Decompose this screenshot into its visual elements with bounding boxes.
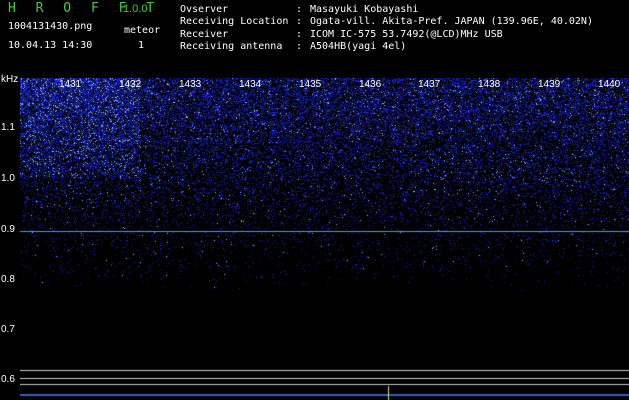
y-tick-label: 1.1: [1, 122, 15, 133]
y-axis-unit: kHz: [1, 74, 19, 85]
x-tick-label: 1438: [478, 79, 501, 90]
x-tick-label: 1434: [239, 79, 262, 90]
capture-datetime: 10.04.13 14:30: [8, 40, 93, 51]
image-filename: 1004131430.png: [8, 21, 93, 32]
y-tick-label: 0.7: [1, 324, 15, 335]
app-version: 1.0.0: [123, 3, 148, 15]
waterfall-canvas: [20, 78, 629, 400]
meteor-count: 1: [138, 40, 145, 51]
y-tick-label: 0.9: [1, 224, 15, 235]
y-axis: kHz 1.1 1.0 0.9 0.8 0.7 0.6: [0, 74, 20, 400]
waterfall-plot: [20, 78, 629, 400]
y-tick-label: 0.8: [1, 274, 15, 285]
x-tick-label: 1435: [299, 79, 322, 90]
station-info: Ovserver: Masayuki Kobayashi Receiving Lo…: [180, 4, 593, 53]
x-tick-label: 1439: [538, 79, 561, 90]
meteor-label: meteor: [124, 25, 161, 36]
header-panel: H R O F F T 1.0.0 1004131430.png 10.04.1…: [0, 0, 629, 78]
y-tick-label: 0.6: [1, 374, 15, 385]
info-row-observer: Ovserver: Masayuki Kobayashi: [180, 4, 419, 15]
info-row-receiver: Receiver: ICOM IC-575 53.7492(@LCD)MHz US…: [180, 28, 503, 40]
x-tick-label: 1437: [418, 79, 441, 90]
info-row-location: Receiving Location: Ogata-vill. Akita-Pre…: [180, 16, 593, 28]
x-tick-label: 1436: [359, 79, 382, 90]
x-tick-label: 1432: [119, 79, 142, 90]
x-tick-label: 1433: [179, 79, 202, 90]
x-tick-label: 1440: [598, 79, 621, 90]
info-row-antenna: Receiving antenna: A504HB(yagi 4el): [180, 40, 407, 52]
x-tick-label: 1431: [59, 79, 82, 90]
y-tick-label: 1.0: [1, 173, 15, 184]
